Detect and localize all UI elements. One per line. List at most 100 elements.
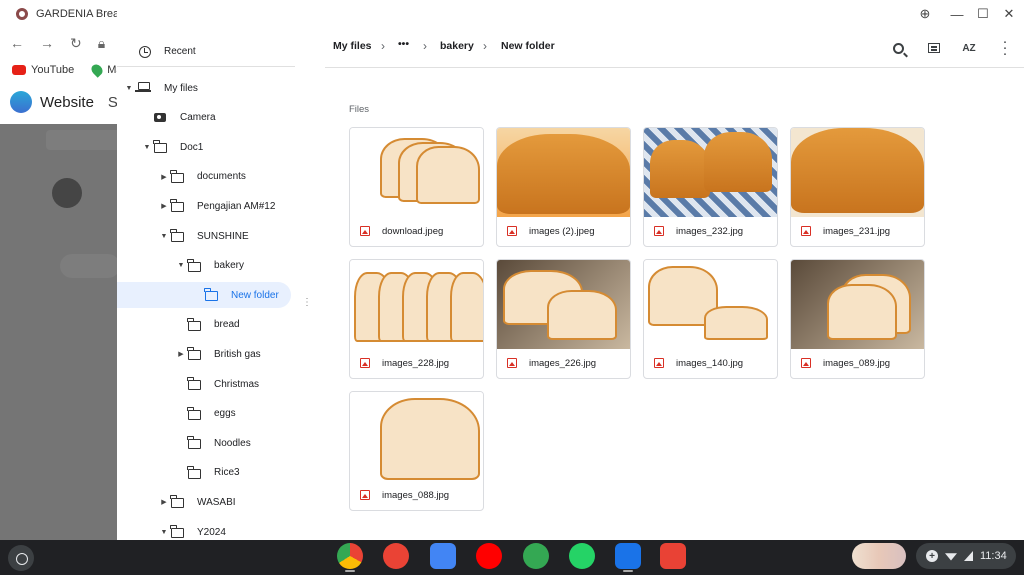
file-card[interactable]: images_140.jpg (643, 259, 778, 379)
chevron-right-icon: › (483, 39, 487, 53)
lock-icon[interactable]: 🔒︎ (98, 35, 105, 52)
breadcrumb-my-files[interactable]: My files (333, 40, 372, 52)
gmail-icon[interactable] (383, 543, 409, 569)
folder-icon (187, 465, 201, 479)
favicon-icon (16, 8, 28, 20)
collapse-arrow-icon[interactable]: ▶ (159, 497, 169, 507)
bread-shape (650, 140, 710, 198)
file-card[interactable]: images_231.jpg (790, 127, 925, 247)
holding-space-thumbnails[interactable] (852, 543, 906, 569)
file-thumbnail (644, 128, 777, 217)
sidebar-item-bakery[interactable]: ▼ bakery (117, 253, 317, 279)
sidebar-resize-handle[interactable]: ⋮⋮ (302, 298, 317, 308)
sidebar-item-label: bread (214, 319, 240, 331)
breadcrumb-more[interactable]: ••• (398, 38, 409, 50)
close-icon[interactable]: ✕ (999, 4, 1019, 24)
sidebar-item-label: WASABI (197, 496, 236, 508)
forward-icon[interactable]: → (40, 35, 54, 51)
file-thumbnail (497, 128, 630, 217)
sidebar-item-pengajian-am-12[interactable]: ▶ Pengajian AM#12 (117, 193, 317, 219)
chrome-icon[interactable] (337, 543, 363, 569)
grid-view-icon[interactable] (924, 38, 944, 58)
bookmark-youtube[interactable]: YouTube (12, 64, 74, 76)
collapse-arrow-icon[interactable]: ▶ (159, 172, 169, 182)
launcher-icon[interactable] (8, 545, 34, 571)
maps-icon (89, 62, 106, 78)
sidebar-item-label: New folder (231, 289, 279, 301)
system-tray[interactable]: + 11:34 (916, 543, 1016, 569)
expand-arrow-icon[interactable]: ▼ (159, 231, 169, 241)
expand-arrow-icon[interactable]: ▼ (124, 83, 134, 93)
sidebar-item-rice3[interactable]: Rice3 (117, 460, 317, 486)
sidebar-item-recent[interactable]: Recent (117, 36, 295, 66)
file-name: download.jpeg (382, 226, 444, 237)
window-titlebar: ⊕ — ☐ ✕ (117, 0, 1024, 28)
files-app-window: ⊕ — ☐ ✕ Recent ▼ My files Camera ▼ Doc1 ▶ docu… (117, 0, 1024, 540)
folder-icon (187, 406, 201, 420)
sidebar-item-y2024[interactable]: ▼ Y2024 (117, 519, 317, 540)
play-store-icon[interactable] (523, 543, 549, 569)
sidebar-item-noodles[interactable]: Noodles (117, 430, 317, 456)
expand-arrow-icon[interactable]: ▼ (159, 527, 169, 537)
expand-arrow-icon[interactable]: ▼ (142, 142, 152, 152)
sidebar-item-sunshine[interactable]: ▼ SUNSHINE (117, 223, 317, 249)
sidebar-item-wasabi[interactable]: ▶ WASABI (117, 489, 317, 515)
file-name: images_088.jpg (382, 490, 450, 501)
breadcrumb-bakery[interactable]: bakery (440, 40, 474, 52)
file-card[interactable]: download.jpeg (349, 127, 484, 247)
site-logo-icon (10, 91, 32, 113)
sidebar-item-label: eggs (214, 408, 236, 420)
sidebar-item-british-gas[interactable]: ▶ British gas (117, 341, 317, 367)
maximize-icon[interactable]: ☐ (973, 4, 993, 24)
back-icon[interactable]: ← (10, 35, 24, 51)
file-card[interactable]: images (2).jpeg (496, 127, 631, 247)
sort-icon[interactable]: AZ (959, 38, 979, 58)
bread-shape (416, 146, 480, 204)
file-name: images_089.jpg (823, 358, 891, 369)
file-card[interactable]: images_232.jpg (643, 127, 778, 247)
screen-capture-icon[interactable] (660, 543, 686, 569)
collapse-arrow-icon[interactable]: ▶ (176, 349, 186, 359)
folder-icon (170, 495, 184, 509)
folder-icon (187, 347, 201, 361)
sidebar-item-eggs[interactable]: eggs (117, 401, 317, 427)
youtube-icon[interactable] (476, 543, 502, 569)
site-title: Website (40, 93, 94, 111)
file-card[interactable]: images_088.jpg (349, 391, 484, 511)
sidebar-item-bread[interactable]: bread (117, 312, 317, 338)
folder-icon (187, 317, 201, 331)
sidebar-item-label: British gas (214, 348, 261, 360)
sidebar-item-label: My files (164, 82, 198, 94)
reload-icon[interactable]: ↻ (70, 35, 82, 52)
docs-icon[interactable] (430, 543, 456, 569)
zoom-icon[interactable]: ⊕ (915, 4, 935, 24)
more-vert-icon[interactable]: · · · (995, 34, 1015, 61)
bread-shape (704, 132, 772, 192)
sidebar-item-new-folder[interactable]: New folder (117, 282, 291, 309)
search-icon[interactable] (888, 38, 908, 58)
sidebar-item-camera[interactable]: Camera (117, 105, 317, 131)
minimize-icon[interactable]: — (947, 4, 967, 24)
youtube-icon (12, 65, 26, 76)
sidebar-item-doc1[interactable]: ▼ Doc1 (117, 134, 317, 160)
file-card[interactable]: images_226.jpg (496, 259, 631, 379)
section-label-files: Files (349, 104, 370, 115)
file-name: images_231.jpg (823, 226, 891, 237)
file-card[interactable]: images_228.jpg (349, 259, 484, 379)
sidebar-item-label: Christmas (214, 378, 260, 390)
bread-shape (791, 128, 924, 213)
collapse-arrow-icon[interactable]: ▶ (159, 201, 169, 211)
sidebar-item-label: Y2024 (197, 526, 226, 538)
sidebar-item-my-files[interactable]: ▼ My files (117, 75, 317, 101)
whatsapp-business-icon[interactable] (569, 543, 595, 569)
expand-arrow-icon[interactable]: ▼ (176, 261, 186, 271)
files-icon[interactable] (615, 543, 641, 569)
image-file-icon (507, 358, 517, 368)
file-card[interactable]: images_089.jpg (790, 259, 925, 379)
sidebar-item-christmas[interactable]: Christmas (117, 371, 317, 397)
sidebar-item-documents[interactable]: ▶ documents (117, 164, 317, 190)
image-file-icon (801, 226, 811, 236)
sidebar-item-label: SUNSHINE (197, 230, 249, 242)
file-name: images_140.jpg (676, 358, 744, 369)
sidebar-item-label: documents (197, 171, 246, 183)
